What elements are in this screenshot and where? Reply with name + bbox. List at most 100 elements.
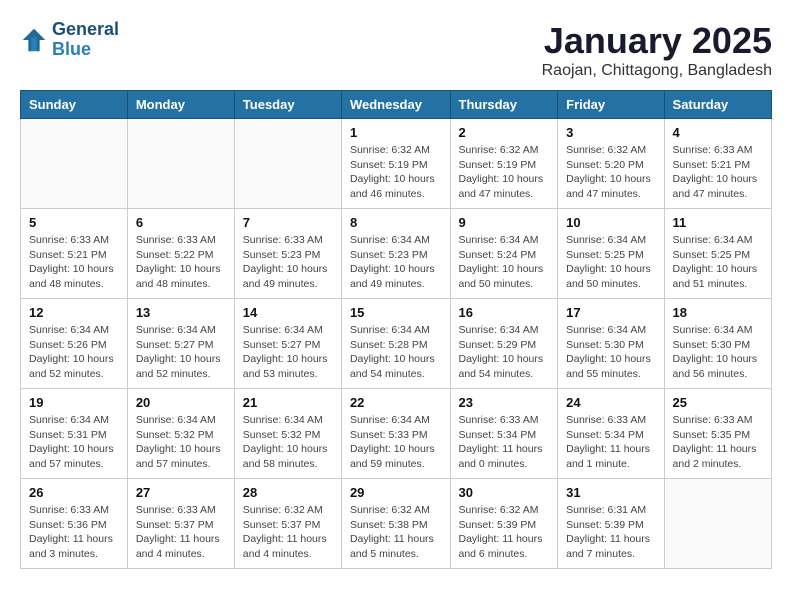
calendar-cell: 14 Sunrise: 6:34 AM Sunset: 5:27 PM Dayli… bbox=[234, 299, 341, 389]
day-info: Sunrise: 6:32 AM Sunset: 5:37 PM Dayligh… bbox=[243, 503, 333, 562]
logo: General Blue bbox=[20, 20, 119, 60]
day-info: Sunrise: 6:34 AM Sunset: 5:24 PM Dayligh… bbox=[459, 233, 550, 292]
day-number: 26 bbox=[29, 485, 119, 500]
month-title: January 2025 bbox=[542, 20, 772, 62]
calendar-cell: 28 Sunrise: 6:32 AM Sunset: 5:37 PM Dayli… bbox=[234, 479, 341, 569]
week-row-3: 12 Sunrise: 6:34 AM Sunset: 5:26 PM Dayli… bbox=[21, 299, 772, 389]
day-number: 4 bbox=[673, 125, 763, 140]
day-number: 29 bbox=[350, 485, 442, 500]
day-number: 24 bbox=[566, 395, 655, 410]
calendar-cell: 22 Sunrise: 6:34 AM Sunset: 5:33 PM Dayli… bbox=[341, 389, 450, 479]
day-info: Sunrise: 6:34 AM Sunset: 5:26 PM Dayligh… bbox=[29, 323, 119, 382]
day-number: 14 bbox=[243, 305, 333, 320]
calendar-cell bbox=[127, 119, 234, 209]
day-info: Sunrise: 6:33 AM Sunset: 5:22 PM Dayligh… bbox=[136, 233, 226, 292]
calendar-cell: 30Sunrise: 6:32 AM Sunset: 5:39 PM Dayli… bbox=[450, 479, 558, 569]
day-info: Sunrise: 6:32 AM Sunset: 5:38 PM Dayligh… bbox=[350, 503, 442, 562]
day-number: 22 bbox=[350, 395, 442, 410]
location-subtitle: Raojan, Chittagong, Bangladesh bbox=[542, 62, 772, 80]
calendar-cell: 12 Sunrise: 6:34 AM Sunset: 5:26 PM Dayli… bbox=[21, 299, 128, 389]
week-row-1: 1 Sunrise: 6:32 AM Sunset: 5:19 PM Daylig… bbox=[21, 119, 772, 209]
day-info: Sunrise: 6:34 AM Sunset: 5:33 PM Dayligh… bbox=[350, 413, 442, 472]
logo-blue: Blue bbox=[52, 40, 119, 60]
day-number: 28 bbox=[243, 485, 333, 500]
day-info: Sunrise: 6:34 AM Sunset: 5:28 PM Dayligh… bbox=[350, 323, 442, 382]
day-number: 1 bbox=[350, 125, 442, 140]
calendar-cell: 10 Sunrise: 6:34 AM Sunset: 5:25 PM Dayli… bbox=[558, 209, 664, 299]
day-number: 25 bbox=[673, 395, 763, 410]
weekday-header-friday: Friday bbox=[558, 91, 664, 119]
day-number: 13 bbox=[136, 305, 226, 320]
day-info: Sunrise: 6:32 AM Sunset: 5:19 PM Dayligh… bbox=[350, 143, 442, 202]
day-number: 23 bbox=[459, 395, 550, 410]
day-info: Sunrise: 6:31 AM Sunset: 5:39 PM Dayligh… bbox=[566, 503, 655, 562]
day-number: 10 bbox=[566, 215, 655, 230]
calendar-cell: 31 Sunrise: 6:31 AM Sunset: 5:39 PM Dayli… bbox=[558, 479, 664, 569]
day-number: 21 bbox=[243, 395, 333, 410]
logo-icon bbox=[20, 26, 48, 54]
day-info: Sunrise: 6:33 AM Sunset: 5:21 PM Dayligh… bbox=[29, 233, 119, 292]
day-number: 17 bbox=[566, 305, 655, 320]
day-number: 7 bbox=[243, 215, 333, 230]
logo-general: General bbox=[52, 20, 119, 40]
weekday-header-tuesday: Tuesday bbox=[234, 91, 341, 119]
day-number: 20 bbox=[136, 395, 226, 410]
weekday-header-wednesday: Wednesday bbox=[341, 91, 450, 119]
calendar-cell: 27Sunrise: 6:33 AM Sunset: 5:37 PM Dayli… bbox=[127, 479, 234, 569]
day-number: 12 bbox=[29, 305, 119, 320]
day-number: 3 bbox=[566, 125, 655, 140]
calendar-cell: 16 Sunrise: 6:34 AM Sunset: 5:29 PM Dayli… bbox=[450, 299, 558, 389]
weekday-header-sunday: Sunday bbox=[21, 91, 128, 119]
calendar-cell: 2 Sunrise: 6:32 AM Sunset: 5:19 PM Daylig… bbox=[450, 119, 558, 209]
day-info: Sunrise: 6:34 AM Sunset: 5:31 PM Dayligh… bbox=[29, 413, 119, 472]
day-number: 9 bbox=[459, 215, 550, 230]
calendar-cell: 6 Sunrise: 6:33 AM Sunset: 5:22 PM Daylig… bbox=[127, 209, 234, 299]
calendar-cell: 23Sunrise: 6:33 AM Sunset: 5:34 PM Dayli… bbox=[450, 389, 558, 479]
calendar-cell: 4 Sunrise: 6:33 AM Sunset: 5:21 PM Daylig… bbox=[664, 119, 771, 209]
day-number: 11 bbox=[673, 215, 763, 230]
day-info: Sunrise: 6:33 AM Sunset: 5:37 PM Dayligh… bbox=[136, 503, 226, 562]
calendar-cell: 21 Sunrise: 6:34 AM Sunset: 5:32 PM Dayli… bbox=[234, 389, 341, 479]
day-info: Sunrise: 6:34 AM Sunset: 5:25 PM Dayligh… bbox=[566, 233, 655, 292]
week-row-4: 19Sunrise: 6:34 AM Sunset: 5:31 PM Dayli… bbox=[21, 389, 772, 479]
calendar-cell bbox=[234, 119, 341, 209]
day-info: Sunrise: 6:34 AM Sunset: 5:32 PM Dayligh… bbox=[243, 413, 333, 472]
weekday-header-row: SundayMondayTuesdayWednesdayThursdayFrid… bbox=[21, 91, 772, 119]
calendar-cell bbox=[21, 119, 128, 209]
weekday-header-thursday: Thursday bbox=[450, 91, 558, 119]
day-info: Sunrise: 6:32 AM Sunset: 5:19 PM Dayligh… bbox=[459, 143, 550, 202]
day-number: 6 bbox=[136, 215, 226, 230]
calendar-cell: 15 Sunrise: 6:34 AM Sunset: 5:28 PM Dayli… bbox=[341, 299, 450, 389]
calendar-cell: 1 Sunrise: 6:32 AM Sunset: 5:19 PM Daylig… bbox=[341, 119, 450, 209]
day-info: Sunrise: 6:34 AM Sunset: 5:27 PM Dayligh… bbox=[243, 323, 333, 382]
day-info: Sunrise: 6:34 AM Sunset: 5:27 PM Dayligh… bbox=[136, 323, 226, 382]
day-number: 16 bbox=[459, 305, 550, 320]
day-info: Sunrise: 6:33 AM Sunset: 5:21 PM Dayligh… bbox=[673, 143, 763, 202]
day-number: 2 bbox=[459, 125, 550, 140]
calendar-cell: 9 Sunrise: 6:34 AM Sunset: 5:24 PM Daylig… bbox=[450, 209, 558, 299]
day-number: 15 bbox=[350, 305, 442, 320]
day-info: Sunrise: 6:34 AM Sunset: 5:23 PM Dayligh… bbox=[350, 233, 442, 292]
calendar-cell: 26 Sunrise: 6:33 AM Sunset: 5:36 PM Dayli… bbox=[21, 479, 128, 569]
calendar-table: SundayMondayTuesdayWednesdayThursdayFrid… bbox=[20, 90, 772, 569]
day-info: Sunrise: 6:34 AM Sunset: 5:25 PM Dayligh… bbox=[673, 233, 763, 292]
page-header: General Blue January 2025 Raojan, Chitta… bbox=[20, 20, 772, 80]
day-number: 31 bbox=[566, 485, 655, 500]
day-info: Sunrise: 6:33 AM Sunset: 5:36 PM Dayligh… bbox=[29, 503, 119, 562]
calendar-cell: 17 Sunrise: 6:34 AM Sunset: 5:30 PM Dayli… bbox=[558, 299, 664, 389]
calendar-cell: 24Sunrise: 6:33 AM Sunset: 5:34 PM Dayli… bbox=[558, 389, 664, 479]
day-info: Sunrise: 6:34 AM Sunset: 5:29 PM Dayligh… bbox=[459, 323, 550, 382]
day-number: 30 bbox=[459, 485, 550, 500]
day-info: Sunrise: 6:33 AM Sunset: 5:35 PM Dayligh… bbox=[673, 413, 763, 472]
weekday-header-saturday: Saturday bbox=[664, 91, 771, 119]
calendar-cell: 7 Sunrise: 6:33 AM Sunset: 5:23 PM Daylig… bbox=[234, 209, 341, 299]
calendar-cell: 20Sunrise: 6:34 AM Sunset: 5:32 PM Dayli… bbox=[127, 389, 234, 479]
calendar-cell bbox=[664, 479, 771, 569]
day-number: 5 bbox=[29, 215, 119, 230]
day-info: Sunrise: 6:33 AM Sunset: 5:23 PM Dayligh… bbox=[243, 233, 333, 292]
calendar-cell: 19Sunrise: 6:34 AM Sunset: 5:31 PM Dayli… bbox=[21, 389, 128, 479]
day-info: Sunrise: 6:34 AM Sunset: 5:30 PM Dayligh… bbox=[673, 323, 763, 382]
week-row-5: 26 Sunrise: 6:33 AM Sunset: 5:36 PM Dayli… bbox=[21, 479, 772, 569]
calendar-cell: 25 Sunrise: 6:33 AM Sunset: 5:35 PM Dayli… bbox=[664, 389, 771, 479]
day-info: Sunrise: 6:34 AM Sunset: 5:30 PM Dayligh… bbox=[566, 323, 655, 382]
